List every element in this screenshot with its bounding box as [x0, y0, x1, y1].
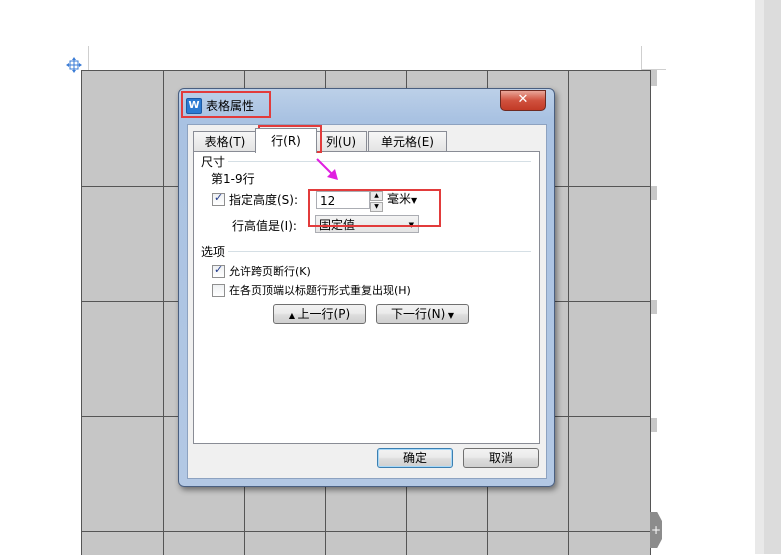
options-section-label: 选项	[201, 245, 226, 259]
row-marker	[651, 186, 657, 200]
table-properties-dialog: W 表格属性 ✕ 表格(T) 行(R) 列(U) 单元格(E) 尺寸 第1-9行…	[178, 88, 555, 487]
allow-break-label: 允许跨页断行(K)	[229, 265, 311, 278]
tab-row[interactable]: 行(R)	[255, 128, 317, 153]
size-section-label: 尺寸	[201, 155, 226, 169]
title-highlight-box	[181, 91, 271, 118]
up-arrow-icon: ▲	[288, 311, 298, 320]
prev-row-button[interactable]: ▲ 上一行(P)	[273, 304, 366, 324]
specify-height-checkbox[interactable]	[212, 191, 225, 206]
specify-height-label: 指定高度(S):	[229, 193, 299, 207]
cancel-button[interactable]: 取消	[463, 448, 539, 468]
section-divider	[228, 161, 531, 162]
allow-break-checkbox[interactable]	[212, 263, 225, 278]
row-marker	[651, 300, 657, 314]
close-icon: ✕	[517, 92, 529, 107]
tab-cell[interactable]: 单元格(E)	[368, 131, 447, 152]
repeat-header-label: 在各页顶端以标题行形式重复出现(H)	[229, 284, 411, 297]
row-height-is-label: 行高值是(I):	[232, 219, 297, 233]
height-highlight-box	[308, 189, 441, 227]
pointer-arrow-icon	[316, 158, 338, 180]
add-row-icon[interactable]: +	[650, 512, 662, 548]
tab-table[interactable]: 表格(T)	[193, 131, 257, 152]
row-marker	[651, 70, 657, 86]
ok-button[interactable]: 确定	[377, 448, 453, 468]
margin-guide	[88, 46, 89, 70]
repeat-header-checkbox[interactable]	[212, 284, 225, 297]
table-move-handle-icon[interactable]	[66, 57, 82, 73]
rows-caption: 第1-9行	[211, 172, 255, 186]
close-button[interactable]: ✕	[500, 90, 546, 111]
margin-guide	[641, 46, 642, 70]
next-row-button[interactable]: 下一行(N) ▼	[376, 304, 469, 324]
tab-column[interactable]: 列(U)	[315, 131, 367, 152]
window-edge	[764, 0, 781, 554]
row-marker	[651, 418, 657, 432]
dialog-body: 表格(T) 行(R) 列(U) 单元格(E) 尺寸 第1-9行 指定高度(S):…	[187, 124, 547, 479]
down-arrow-icon: ▼	[445, 311, 455, 320]
section-divider	[228, 251, 531, 252]
